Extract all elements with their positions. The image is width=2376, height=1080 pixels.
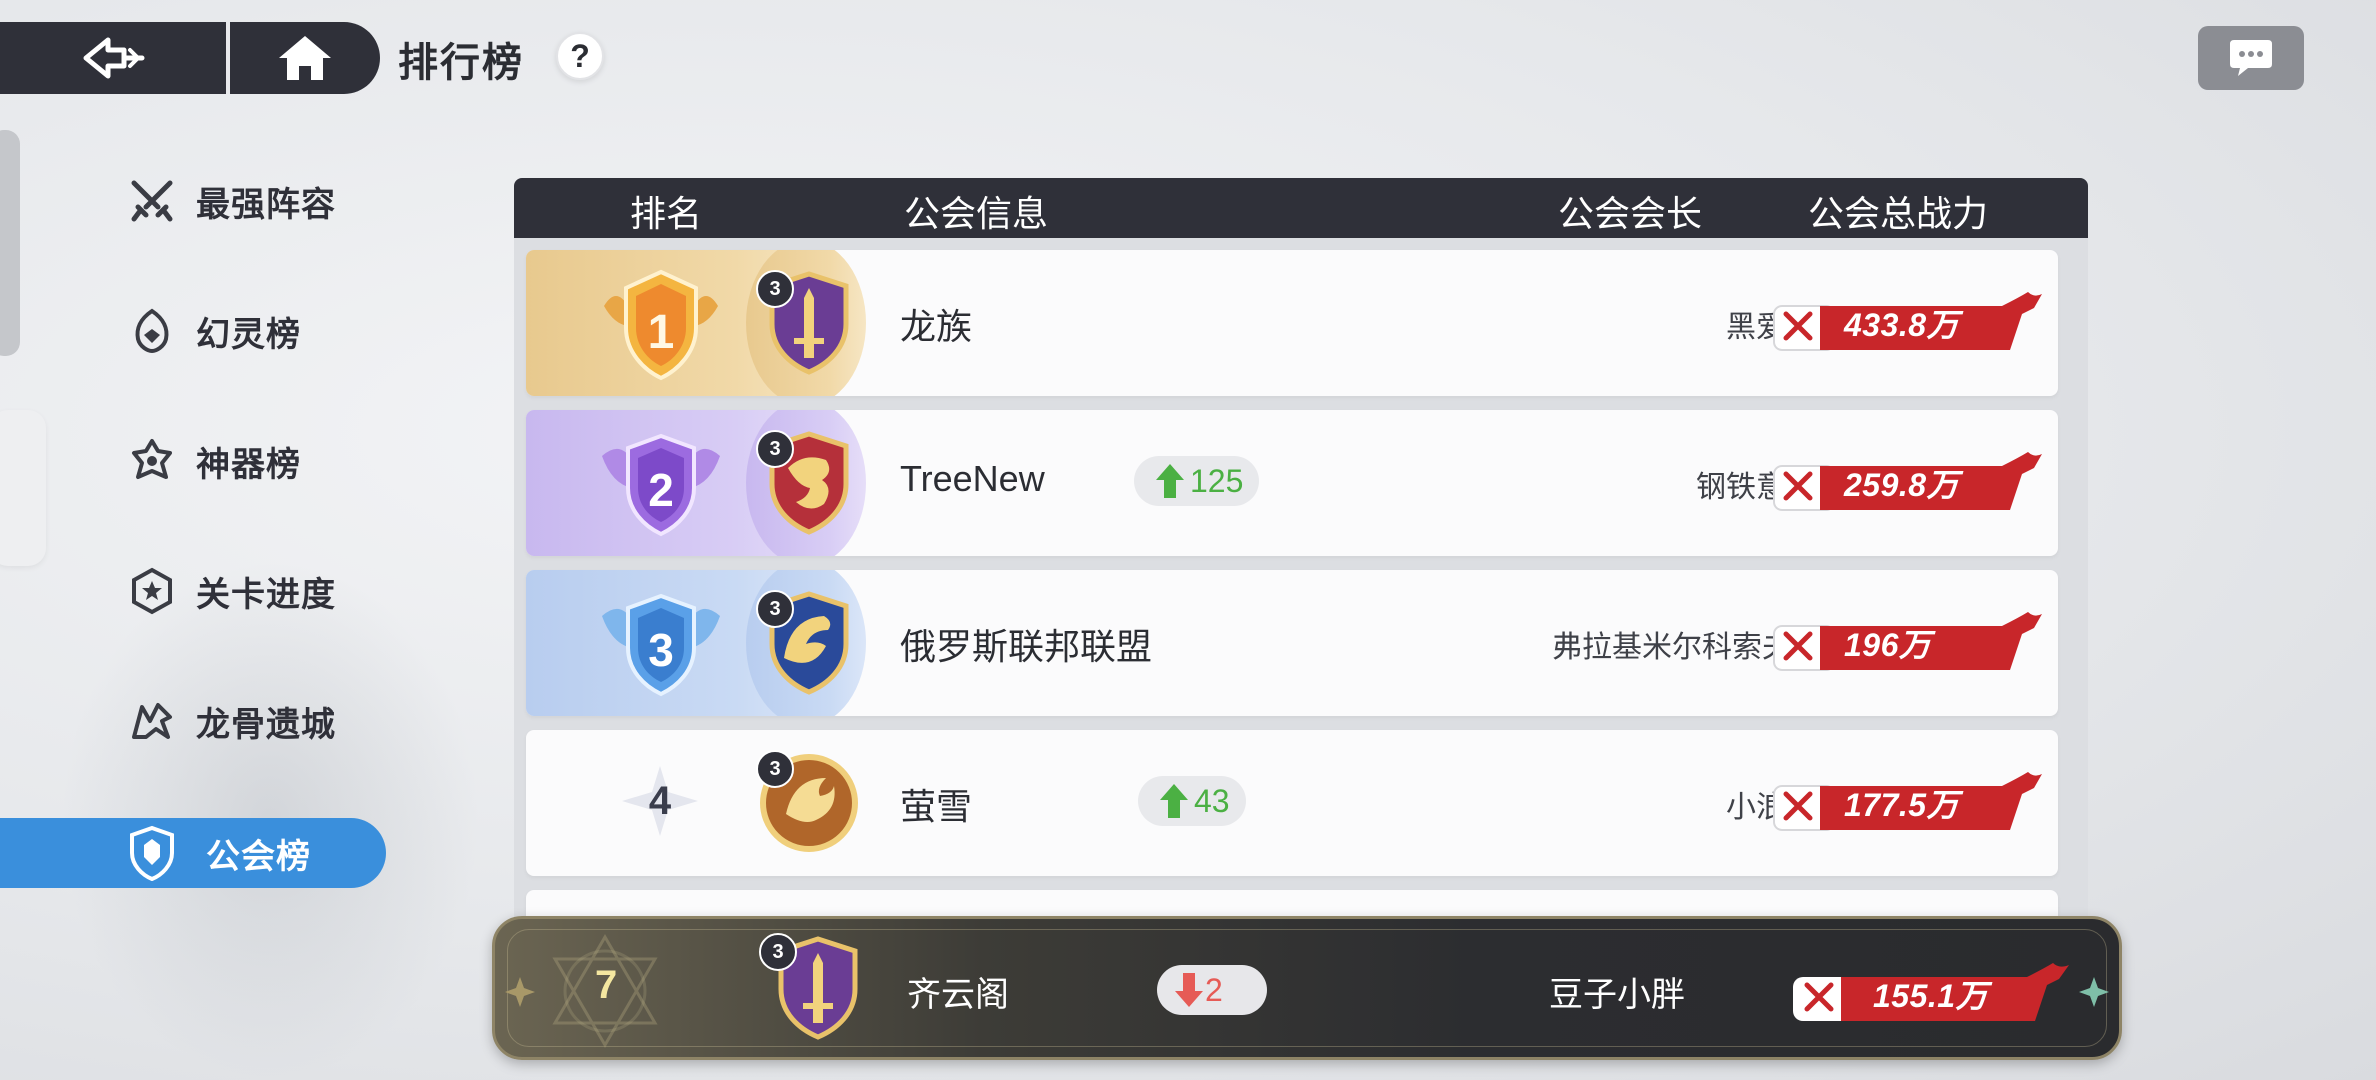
guild-name: 俄罗斯联邦联盟: [900, 626, 1153, 667]
rank-change-value: 43: [1194, 782, 1230, 819]
up-arrow-icon: [1156, 464, 1184, 498]
home-icon: [279, 36, 331, 80]
table-row[interactable]: 4 3 萤雪 43 小浪 177.5万: [526, 730, 2058, 876]
artifact-icon: [126, 435, 178, 487]
sidebar-item-label: 神器榜: [196, 445, 301, 484]
diamond-ornament-icon: [505, 977, 535, 1007]
sidebar-item-strongest-lineup[interactable]: 最强阵容: [0, 166, 386, 236]
my-guild-name: 齐云阁: [907, 976, 1009, 1014]
svg-text:1: 1: [648, 306, 675, 359]
sidebar-item-stage-progress[interactable]: 关卡进度: [0, 556, 386, 626]
power-banner: 177.5万: [1772, 768, 2048, 834]
rank-change-up: 125: [1134, 456, 1260, 506]
star-badge-icon: [126, 565, 178, 617]
down-arrow-icon: [1175, 973, 1203, 1007]
page-title: 排行榜: [398, 41, 524, 85]
silver-wing-medal-icon: 2: [602, 433, 720, 537]
guild-name: 萤雪: [900, 786, 973, 827]
top-nav-bar: [0, 22, 380, 94]
table-row[interactable]: 2 3 TreeNew 125 钢铁意志 259.8万: [526, 410, 2058, 556]
guild-level-badge: 3: [759, 933, 797, 971]
my-guild-leader: 豆子小胖: [1549, 976, 1685, 1014]
gold-medal-icon: 1: [604, 269, 718, 381]
back-arrow-icon: [83, 37, 145, 79]
power-value: 155.1万: [1873, 978, 1989, 1014]
rank-change-value: 125: [1190, 462, 1244, 499]
power-value: 196万: [1844, 627, 1932, 663]
column-header-guild-info: 公会信息: [904, 193, 1049, 234]
power-banner: 259.8万: [1772, 448, 2048, 514]
power-banner: 196万: [1772, 608, 2048, 674]
dragon-icon: [126, 695, 178, 747]
rank-star-icon: 4: [622, 766, 698, 836]
sidebar-item-label: 关卡进度: [196, 575, 336, 614]
diamond-ornament-icon: [2079, 977, 2109, 1007]
chat-bubble-icon: [2230, 40, 2272, 76]
up-arrow-icon: [1160, 784, 1188, 818]
svg-text:3: 3: [648, 624, 674, 676]
my-guild-rank: 7: [595, 963, 618, 1007]
back-button[interactable]: [0, 22, 226, 94]
guild-level-badge: 3: [756, 430, 794, 468]
table-row[interactable]: 1 3 龙族 黑爱 433.8万: [526, 250, 2058, 396]
guild-level-badge: 3: [756, 270, 794, 308]
guild-level-badge: 3: [756, 590, 794, 628]
rank-change-value: 2: [1205, 971, 1223, 1008]
table-header: 排名 公会信息 公会会长 公会总战力: [514, 178, 2088, 238]
guild-name: TreeNew: [900, 458, 1045, 499]
sidebar-item-dragon-ruins[interactable]: 龙骨遗城: [0, 686, 386, 756]
sidebar-item-label: 公会榜: [206, 837, 311, 876]
power-value: 433.8万: [1844, 307, 1960, 343]
power-banner: 433.8万: [1772, 288, 2048, 354]
sidebar-item-guild-rank[interactable]: 公会榜: [0, 818, 386, 888]
sidebar-item-spirit-rank[interactable]: 幻灵榜: [0, 296, 386, 366]
rank-change-up: 43: [1138, 776, 1246, 826]
help-button[interactable]: ?: [556, 32, 604, 80]
guild-level-badge: 3: [756, 750, 794, 788]
guild-shield-icon: [126, 825, 178, 881]
table-row[interactable]: 3 3 俄罗斯联邦联盟 弗拉基米尔科索夫 196万: [526, 570, 2058, 716]
crossed-swords-icon: [126, 175, 178, 227]
sidebar-item-artifact-rank[interactable]: 神器榜: [0, 426, 386, 496]
column-header-rank: 排名: [630, 193, 703, 234]
my-guild-row[interactable]: 7 3 齐云阁 2 豆子小胖 155.1万: [492, 916, 2122, 1060]
sidebar-item-label: 幻灵榜: [196, 315, 301, 354]
rank-change-down: 2: [1157, 965, 1267, 1015]
sidebar-item-label: 龙骨遗城: [196, 705, 336, 744]
svg-text:4: 4: [649, 779, 672, 823]
home-button[interactable]: [230, 22, 380, 94]
bronze-wing-medal-icon: 3: [602, 593, 720, 697]
chat-button[interactable]: [2198, 26, 2304, 90]
power-banner: 155.1万: [1791, 959, 2075, 1025]
column-header-leader: 公会会长: [1558, 193, 1703, 234]
spirit-icon: [126, 305, 178, 357]
sidebar-item-label: 最强阵容: [196, 185, 336, 224]
guild-name: 龙族: [900, 306, 973, 347]
svg-text:2: 2: [648, 464, 674, 516]
power-value: 259.8万: [1844, 467, 1960, 503]
power-value: 177.5万: [1844, 787, 1960, 823]
column-header-total-power: 公会总战力: [1808, 193, 1989, 234]
